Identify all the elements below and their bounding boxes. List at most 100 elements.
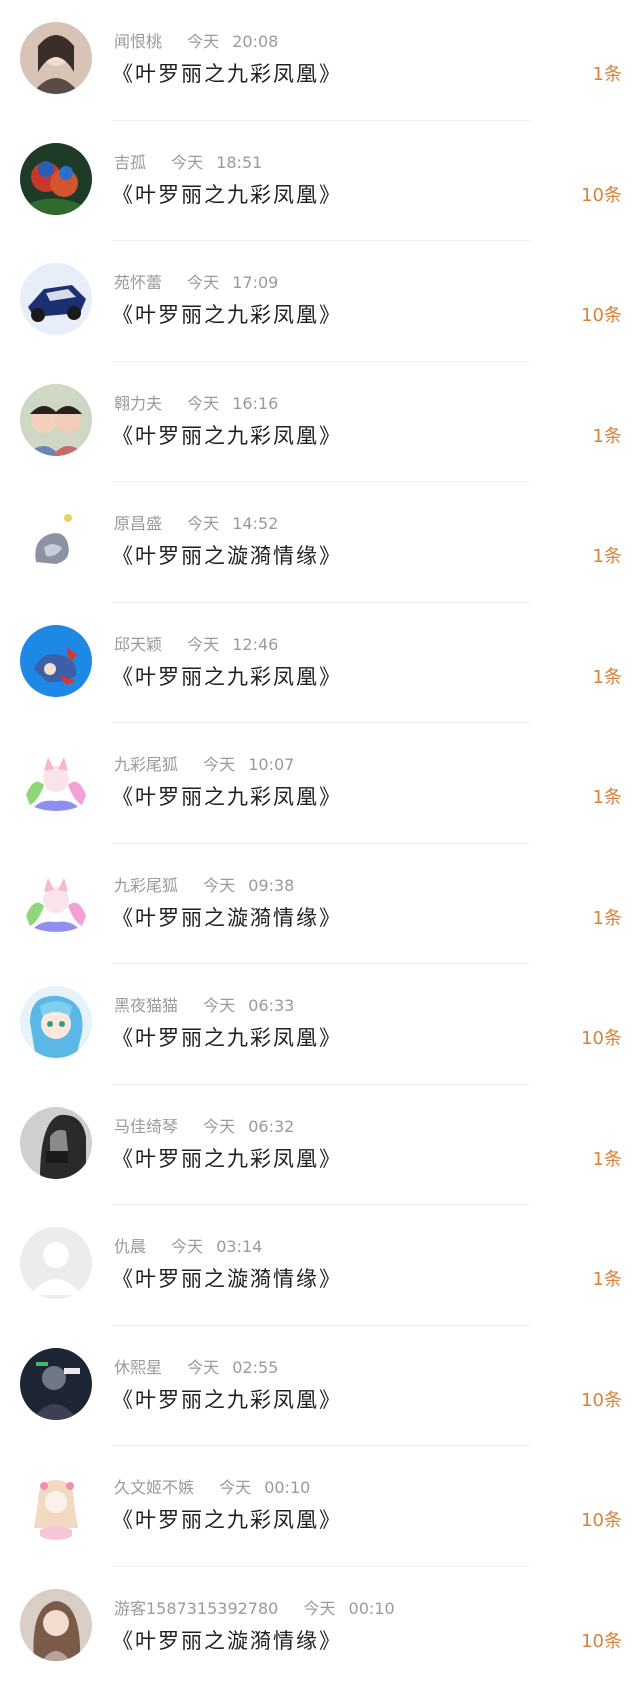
list-item[interactable]: 马佳绮琴 今天 06:32 《叶罗丽之九彩凤凰》 1条 — [0, 1085, 640, 1206]
avatar-icon[interactable] — [20, 504, 92, 576]
work-title[interactable]: 《叶罗丽之九彩凤凰》 — [112, 179, 342, 209]
comment-list: 闻恨桃 今天 20:08 《叶罗丽之九彩凤凰》 1条 吉孤 今天 18:51 《… — [0, 0, 640, 1687]
work-title[interactable]: 《叶罗丽之漩漪情缘》 — [112, 1625, 342, 1655]
avatar-icon[interactable] — [20, 263, 92, 335]
comment-meta: 吉孤 今天 18:51 — [114, 149, 262, 173]
time-label: 06:33 — [248, 996, 294, 1015]
work-title[interactable]: 《叶罗丽之九彩凤凰》 — [112, 299, 342, 329]
avatar-icon[interactable] — [20, 1468, 92, 1540]
work-title[interactable]: 《叶罗丽之九彩凤凰》 — [112, 1022, 342, 1052]
date-label: 今天 — [219, 1478, 251, 1497]
time-label: 14:52 — [232, 514, 278, 533]
date-label: 今天 — [303, 1599, 335, 1618]
comment-meta: 久文姬不嫉 今天 00:10 — [114, 1474, 310, 1498]
avatar-icon[interactable] — [20, 1227, 92, 1299]
date-label: 今天 — [171, 153, 203, 172]
username[interactable]: 游客1587315392780 — [114, 1599, 278, 1618]
time-label: 02:55 — [232, 1358, 278, 1377]
avatar-icon[interactable] — [20, 1107, 92, 1179]
comment-meta: 休熙星 今天 02:55 — [114, 1354, 278, 1378]
username[interactable]: 九彩尾狐 — [114, 755, 178, 774]
avatar-icon[interactable] — [20, 1589, 92, 1661]
time-label: 00:10 — [349, 1599, 395, 1618]
list-item[interactable]: 休熙星 今天 02:55 《叶罗丽之九彩凤凰》 10条 — [0, 1326, 640, 1447]
list-item[interactable]: 翱力夫 今天 16:16 《叶罗丽之九彩凤凰》 1条 — [0, 362, 640, 483]
date-label: 今天 — [187, 32, 219, 51]
username[interactable]: 吉孤 — [114, 153, 146, 172]
comment-meta: 九彩尾狐 今天 10:07 — [114, 751, 294, 775]
avatar-icon[interactable] — [20, 625, 92, 697]
list-item[interactable]: 原昌盛 今天 14:52 《叶罗丽之漩漪情缘》 1条 — [0, 482, 640, 603]
username[interactable]: 休熙星 — [114, 1358, 162, 1377]
work-title[interactable]: 《叶罗丽之九彩凤凰》 — [112, 58, 342, 88]
work-title[interactable]: 《叶罗丽之漩漪情缘》 — [112, 902, 342, 932]
date-label: 今天 — [203, 1117, 235, 1136]
avatar-icon[interactable] — [20, 1348, 92, 1420]
count-label: 1条 — [593, 422, 622, 448]
avatar-icon[interactable] — [20, 986, 92, 1058]
date-label: 今天 — [203, 755, 235, 774]
count-label: 1条 — [593, 60, 622, 86]
comment-meta: 游客1587315392780 今天 00:10 — [114, 1595, 395, 1619]
list-item[interactable]: 黑夜猫猫 今天 06:33 《叶罗丽之九彩凤凰》 10条 — [0, 964, 640, 1085]
avatar-icon[interactable] — [20, 745, 92, 817]
comment-meta: 黑夜猫猫 今天 06:33 — [114, 992, 294, 1016]
list-item[interactable]: 九彩尾狐 今天 09:38 《叶罗丽之漩漪情缘》 1条 — [0, 844, 640, 965]
count-label: 10条 — [581, 181, 622, 207]
avatar-icon[interactable] — [20, 384, 92, 456]
date-label: 今天 — [203, 876, 235, 895]
count-label: 1条 — [593, 1145, 622, 1171]
comment-meta: 仇晨 今天 03:14 — [114, 1233, 262, 1257]
time-label: 10:07 — [248, 755, 294, 774]
count-label: 10条 — [581, 1506, 622, 1532]
list-item[interactable]: 邱天颖 今天 12:46 《叶罗丽之九彩凤凰》 1条 — [0, 603, 640, 724]
count-label: 10条 — [581, 301, 622, 327]
username[interactable]: 邱天颖 — [114, 635, 162, 654]
comment-meta: 邱天颖 今天 12:46 — [114, 631, 278, 655]
work-title[interactable]: 《叶罗丽之九彩凤凰》 — [112, 1384, 342, 1414]
time-label: 03:14 — [216, 1237, 262, 1256]
count-label: 10条 — [581, 1627, 622, 1653]
list-item[interactable]: 久文姬不嫉 今天 00:10 《叶罗丽之九彩凤凰》 10条 — [0, 1446, 640, 1567]
time-label: 09:38 — [248, 876, 294, 895]
list-item[interactable]: 吉孤 今天 18:51 《叶罗丽之九彩凤凰》 10条 — [0, 121, 640, 242]
avatar-icon[interactable] — [20, 22, 92, 94]
date-label: 今天 — [187, 273, 219, 292]
date-label: 今天 — [187, 1358, 219, 1377]
list-item[interactable]: 游客1587315392780 今天 00:10 《叶罗丽之漩漪情缘》 10条 — [0, 1567, 640, 1687]
work-title[interactable]: 《叶罗丽之九彩凤凰》 — [112, 1143, 342, 1173]
time-label: 06:32 — [248, 1117, 294, 1136]
work-title[interactable]: 《叶罗丽之漩漪情缘》 — [112, 1263, 342, 1293]
count-label: 1条 — [593, 663, 622, 689]
username[interactable]: 原昌盛 — [114, 514, 162, 533]
username[interactable]: 翱力夫 — [114, 394, 162, 413]
avatar-icon[interactable] — [20, 866, 92, 938]
username[interactable]: 苑怀蕾 — [114, 273, 162, 292]
date-label: 今天 — [187, 394, 219, 413]
username[interactable]: 仇晨 — [114, 1237, 146, 1256]
list-item[interactable]: 仇晨 今天 03:14 《叶罗丽之漩漪情缘》 1条 — [0, 1205, 640, 1326]
time-label: 17:09 — [232, 273, 278, 292]
username[interactable]: 九彩尾狐 — [114, 876, 178, 895]
list-item[interactable]: 闻恨桃 今天 20:08 《叶罗丽之九彩凤凰》 1条 — [0, 0, 640, 121]
username[interactable]: 闻恨桃 — [114, 32, 162, 51]
comment-meta: 原昌盛 今天 14:52 — [114, 510, 278, 534]
work-title[interactable]: 《叶罗丽之九彩凤凰》 — [112, 420, 342, 450]
username[interactable]: 久文姬不嫉 — [114, 1478, 194, 1497]
work-title[interactable]: 《叶罗丽之九彩凤凰》 — [112, 1504, 342, 1534]
work-title[interactable]: 《叶罗丽之九彩凤凰》 — [112, 661, 342, 691]
list-item[interactable]: 九彩尾狐 今天 10:07 《叶罗丽之九彩凤凰》 1条 — [0, 723, 640, 844]
date-label: 今天 — [187, 635, 219, 654]
count-label: 1条 — [593, 1265, 622, 1291]
avatar-icon[interactable] — [20, 143, 92, 215]
date-label: 今天 — [171, 1237, 203, 1256]
count-label: 1条 — [593, 783, 622, 809]
count-label: 1条 — [593, 542, 622, 568]
count-label: 10条 — [581, 1386, 622, 1412]
username[interactable]: 黑夜猫猫 — [114, 996, 178, 1015]
date-label: 今天 — [187, 514, 219, 533]
work-title[interactable]: 《叶罗丽之漩漪情缘》 — [112, 540, 342, 570]
username[interactable]: 马佳绮琴 — [114, 1117, 178, 1136]
list-item[interactable]: 苑怀蕾 今天 17:09 《叶罗丽之九彩凤凰》 10条 — [0, 241, 640, 362]
work-title[interactable]: 《叶罗丽之九彩凤凰》 — [112, 781, 342, 811]
